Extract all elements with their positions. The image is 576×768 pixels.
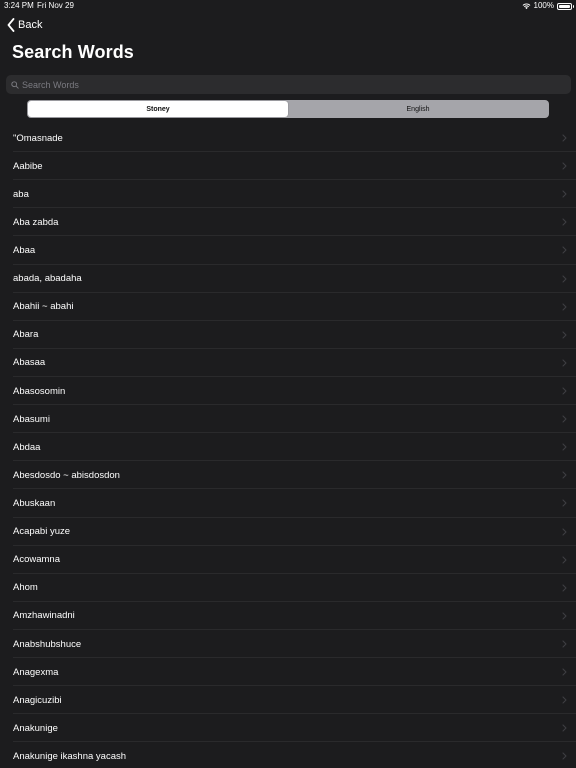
chevron-right-icon [562, 668, 567, 676]
word-label: Abesdosdo ~ abisdosdon [13, 469, 120, 481]
search-icon [11, 80, 19, 89]
segment-stoney[interactable]: Stoney [28, 101, 288, 117]
word-row[interactable]: Anagexma [0, 658, 576, 687]
word-label: Ahom [13, 582, 38, 594]
word-row[interactable]: abada, abadaha [0, 265, 576, 293]
chevron-right-icon [562, 387, 567, 395]
chevron-right-icon [562, 640, 567, 648]
word-label: "Omasnade [13, 132, 63, 144]
word-label: Acapabi yuze [13, 526, 71, 538]
search-input[interactable] [22, 79, 542, 90]
word-label: Anagexma [13, 666, 59, 678]
chevron-right-icon [562, 471, 567, 479]
back-label: Back [18, 19, 43, 31]
word-row[interactable]: "Omasnade [0, 124, 576, 153]
word-row[interactable]: Ahom [0, 574, 576, 602]
word-label: Anabshubshuce [13, 638, 82, 650]
chevron-right-icon [562, 724, 567, 732]
battery-percent: 100% [533, 1, 554, 10]
word-row[interactable]: Abahii ~ abahi [0, 293, 576, 321]
chevron-right-icon [562, 218, 567, 226]
word-label: Abasumi [13, 413, 50, 425]
chevron-right-icon [562, 303, 567, 311]
page-title: Search Words [12, 42, 134, 62]
word-row[interactable]: Aabibe [0, 152, 576, 181]
word-row[interactable]: Abasumi [0, 405, 576, 434]
chevron-right-icon [562, 696, 567, 704]
word-row[interactable]: Abuskaan [0, 489, 576, 518]
search-words-screen: 3:24 PM Fri Nov 29 100% Back Search Word… [0, 0, 576, 768]
word-row[interactable]: Acowamna [0, 546, 576, 574]
status-indicators: 100% [522, 0, 574, 12]
chevron-right-icon [562, 246, 567, 255]
word-label: Anakunige [13, 722, 58, 734]
chevron-right-icon [562, 612, 567, 620]
chevron-right-icon [562, 556, 567, 564]
chevron-right-icon [562, 415, 567, 423]
word-row[interactable]: aba [0, 180, 576, 209]
word-row[interactable]: Amzhawinadni [0, 602, 576, 631]
word-row[interactable]: Aba zabda [0, 208, 576, 237]
chevron-right-icon [562, 443, 567, 451]
language-segmented-control: Stoney English [27, 100, 549, 118]
status-bar: 3:24 PM Fri Nov 29 100% [0, 0, 576, 12]
chevron-right-icon [562, 752, 567, 761]
word-label: abada, abadaha [13, 273, 82, 285]
word-label: Anakunige ikashna yacash [13, 750, 127, 762]
chevron-right-icon [562, 190, 567, 198]
back-button[interactable]: Back [7, 17, 42, 33]
word-list: "Omasnade Aabibe aba Aba zabda Abaa abada, ab… [0, 124, 576, 768]
chevron-right-icon [562, 162, 567, 170]
word-label: Amzhawinadni [13, 610, 75, 622]
status-time: 3:24 PM [4, 1, 34, 10]
word-row[interactable]: Abasosomin [0, 377, 576, 406]
wifi-icon [522, 3, 530, 10]
chevron-right-icon [562, 528, 567, 536]
word-label: Abasosomin [13, 385, 66, 397]
battery-icon [557, 2, 574, 10]
word-row[interactable]: Anakunige ikashna yacash [0, 742, 576, 768]
search-field[interactable] [6, 75, 571, 94]
chevron-right-icon [562, 275, 567, 283]
word-label: Abara [13, 329, 39, 341]
status-date: Fri Nov 29 [37, 1, 74, 10]
word-row[interactable]: Abaa [0, 236, 576, 265]
word-label: aba [13, 188, 29, 200]
chevron-right-icon [562, 331, 567, 339]
segment-english[interactable]: English [288, 101, 548, 117]
word-label: Abaa [13, 244, 36, 256]
word-label: Acowamna [13, 554, 60, 566]
word-row[interactable]: Acapabi yuze [0, 518, 576, 546]
word-label: Abahii ~ abahi [13, 301, 74, 313]
word-row[interactable]: Abdaa [0, 433, 576, 462]
word-row[interactable]: Anakunige [0, 714, 576, 743]
word-row[interactable]: Abasaa [0, 349, 576, 378]
word-label: Abdaa [13, 441, 41, 453]
word-label: Abuskaan [13, 497, 56, 509]
word-label: Anagicuzibi [13, 694, 62, 706]
word-row[interactable]: Anagicuzibi [0, 686, 576, 715]
chevron-left-icon [7, 18, 15, 32]
word-label: Aba zabda [13, 216, 59, 228]
chevron-right-icon [562, 134, 567, 142]
chevron-right-icon [562, 359, 567, 367]
word-row[interactable]: Abesdosdo ~ abisdosdon [0, 461, 576, 490]
word-row[interactable]: Anabshubshuce [0, 630, 576, 659]
word-row[interactable]: Abara [0, 321, 576, 349]
chevron-right-icon [562, 499, 567, 508]
word-label: Abasaa [13, 357, 46, 369]
chevron-right-icon [562, 584, 567, 592]
word-label: Aabibe [13, 160, 43, 172]
